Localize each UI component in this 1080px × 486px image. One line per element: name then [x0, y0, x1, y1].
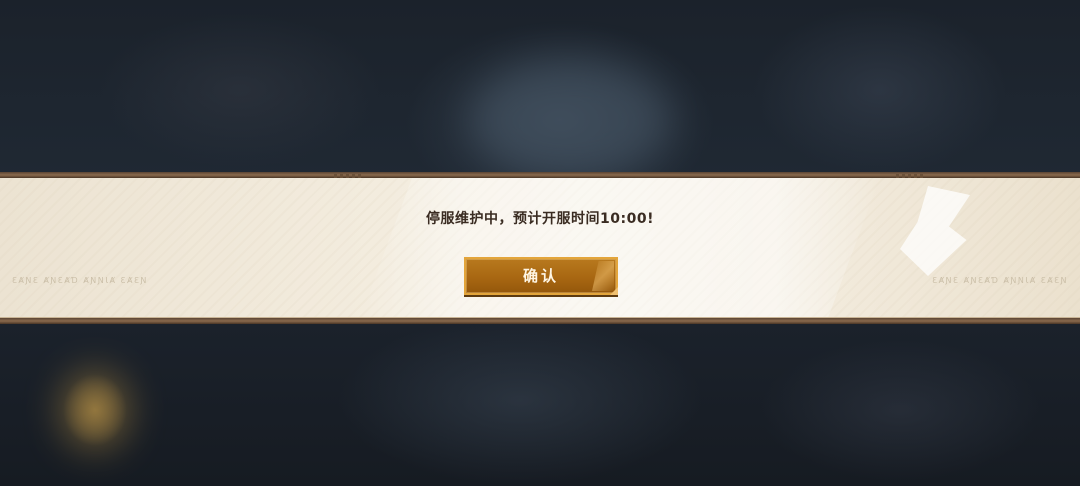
- dialog-side-text-right: ƐȺƝƐ ȺƝƐȺƊ ȺƝƝƖȺ ƐȺƐƝ: [932, 276, 1068, 285]
- maintenance-message: 停服维护中，预计开服时间10:00!: [426, 211, 654, 227]
- dialog-bottom-border: [0, 318, 1080, 324]
- background-blur: [60, 370, 130, 450]
- confirm-button[interactable]: 确认: [464, 257, 618, 295]
- background-blur: [470, 60, 670, 180]
- dialog-tick-decoration: [334, 174, 364, 178]
- dialog-center-decoration: [360, 178, 880, 318]
- dialog-tick-decoration: [896, 174, 926, 178]
- confirm-button-label: 确认: [522, 267, 559, 285]
- dialog-side-text-left: ƐȺƝƐ ȺƝƐȺƊ ȺƝƝƖȺ ƐȺƐƝ: [12, 276, 148, 285]
- game-screen: ƐȺƝƐ ȺƝƐȺƊ ȺƝƝƖȺ ƐȺƐƝ ƐȺƝƐ ȺƝƐȺƊ ȺƝƝƖȺ Ɛ…: [0, 0, 1080, 486]
- maintenance-dialog: ƐȺƝƐ ȺƝƐȺƊ ȺƝƝƖȺ ƐȺƐƝ ƐȺƝƐ ȺƝƐȺƊ ȺƝƝƖȺ Ɛ…: [0, 172, 1080, 324]
